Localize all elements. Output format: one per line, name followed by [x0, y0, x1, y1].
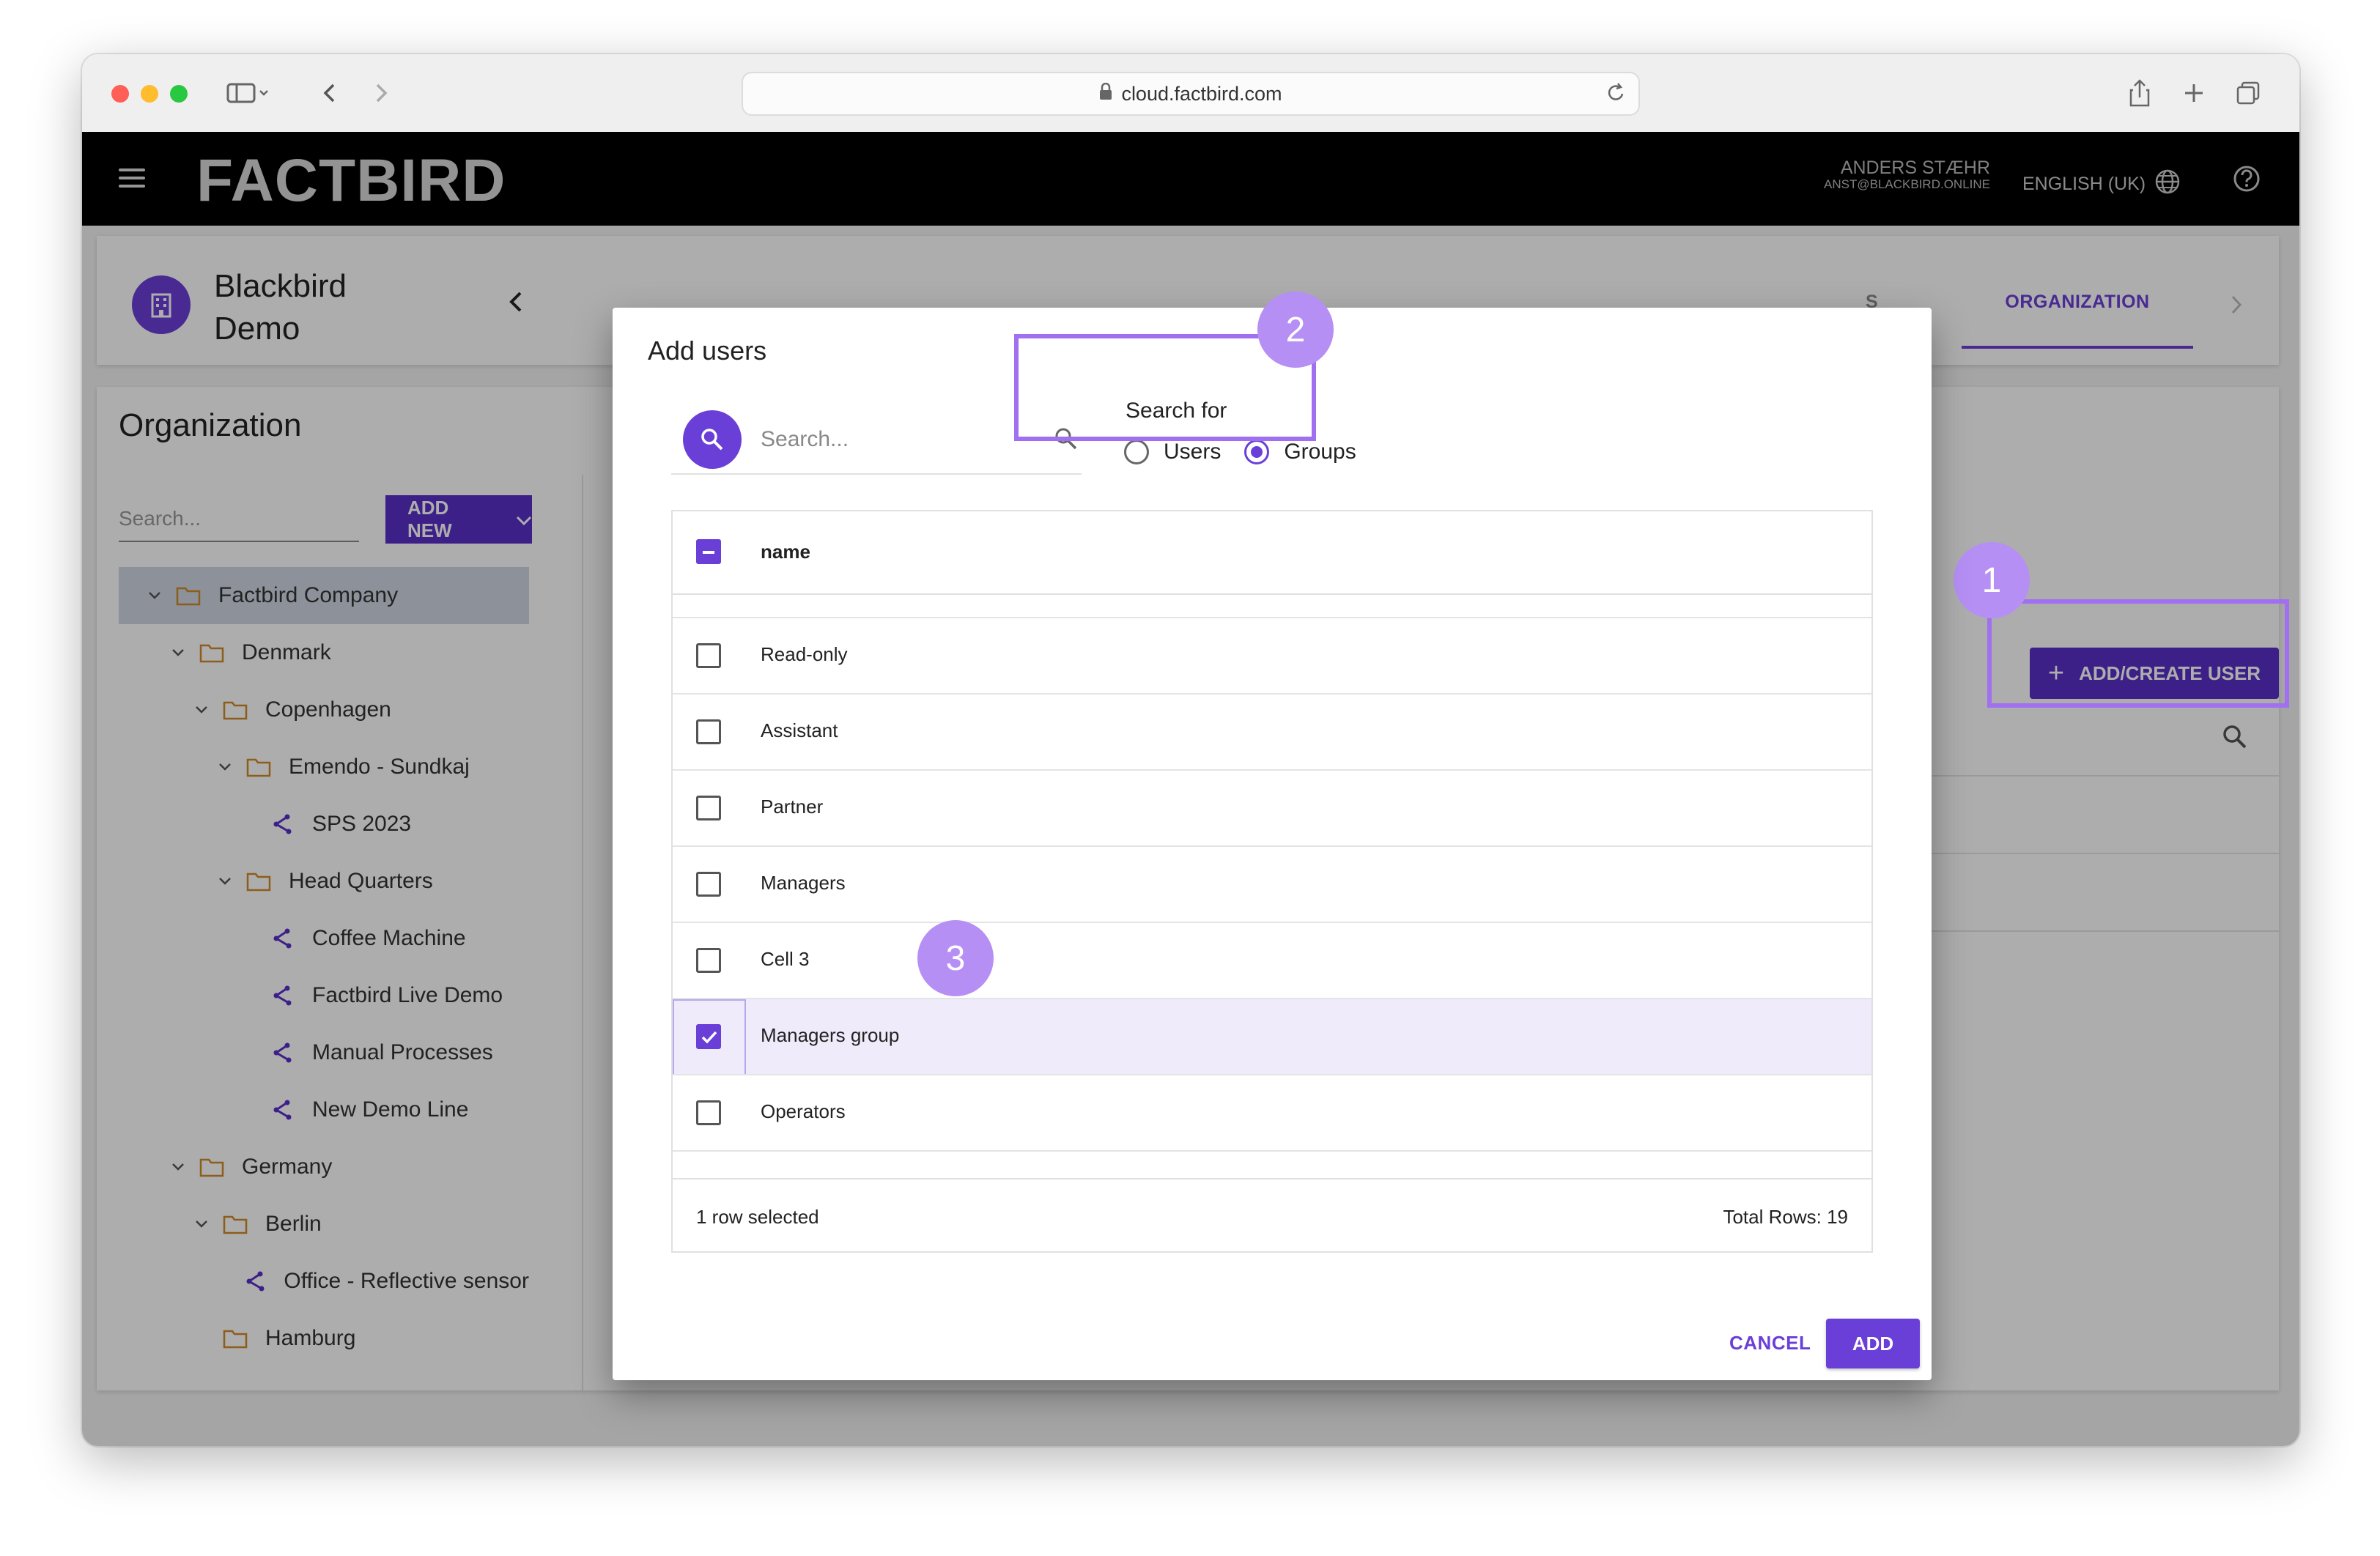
row-name: Assistant [761, 719, 838, 741]
back-icon[interactable] [315, 76, 344, 110]
table-row[interactable]: Managers group [673, 998, 1871, 1075]
add-users-dialog: Add users Search for Users Groups name R… [613, 308, 1932, 1380]
lock-icon [1099, 82, 1112, 105]
table-row[interactable]: Read-only [673, 617, 1871, 693]
radio-groups-label[interactable]: Groups [1284, 440, 1356, 464]
row-checkbox[interactable] [696, 643, 721, 668]
row-checkbox[interactable] [696, 796, 721, 820]
row-name: Managers group [761, 1024, 900, 1046]
cancel-button[interactable]: CANCEL [1729, 1332, 1811, 1355]
selected-count: 1 row selected [696, 1206, 819, 1228]
zoom-window-button[interactable] [170, 85, 188, 103]
row-name: Operators [761, 1100, 846, 1122]
tab-overview-icon[interactable] [2233, 76, 2263, 110]
annotation-badge-2: 2 [1257, 292, 1334, 368]
select-all-checkbox[interactable] [696, 539, 721, 564]
dialog-title: Add users [648, 336, 767, 366]
radio-groups[interactable] [1244, 440, 1270, 464]
row-checkbox[interactable] [696, 872, 721, 897]
groups-table: name Read-only Assistant Partner Managers Ce… [671, 510, 1873, 1253]
new-tab-icon[interactable] [2179, 76, 2209, 110]
sidebar-toggle-icon[interactable] [223, 76, 274, 110]
table-row[interactable]: Managers [673, 845, 1871, 922]
table-row[interactable]: Cell 3 [673, 922, 1871, 998]
add-button[interactable]: ADD [1826, 1319, 1920, 1368]
total-rows: Total Rows: 19 [1723, 1206, 1848, 1228]
browser-window: cloud.factbird.com FACTBIRD ANDERS STÆHR… [82, 54, 2299, 1446]
table-row-divider [673, 1150, 1871, 1152]
radio-users-label[interactable]: Users [1164, 440, 1221, 464]
minimize-window-button[interactable] [141, 85, 158, 103]
close-window-button[interactable] [111, 85, 129, 103]
share-icon[interactable] [2125, 76, 2154, 110]
row-checkbox[interactable] [696, 1100, 721, 1125]
browser-toolbar: cloud.factbird.com [82, 54, 2299, 133]
dialog-search-input[interactable] [759, 426, 1033, 453]
table-row[interactable]: Partner [673, 769, 1871, 845]
search-button[interactable] [683, 410, 742, 469]
annotation-badge-1: 1 [1954, 542, 2030, 618]
address-bar[interactable]: cloud.factbird.com [742, 72, 1640, 116]
row-name: Read-only [761, 643, 848, 665]
row-checkbox[interactable] [696, 719, 721, 744]
table-footer: 1 row selected Total Rows: 19 [673, 1178, 1871, 1253]
row-name: Cell 3 [761, 948, 810, 970]
forward-icon[interactable] [366, 76, 396, 110]
row-checkbox[interactable] [696, 948, 721, 973]
row-name: Partner [761, 796, 824, 818]
table-row[interactable]: Operators [673, 1074, 1871, 1150]
search-for-radio-group: Users Groups [1124, 440, 1356, 464]
table-header: name [673, 511, 1871, 595]
url-text: cloud.factbird.com [1121, 82, 1282, 105]
table-row[interactable]: Assistant [673, 693, 1871, 769]
radio-users[interactable] [1124, 440, 1149, 464]
annotation-box-1 [1987, 599, 2289, 708]
column-header-name[interactable]: name [761, 541, 810, 563]
row-checkbox[interactable] [696, 1024, 721, 1049]
reload-icon[interactable] [1605, 81, 1627, 109]
row-name: Managers [761, 872, 846, 894]
annotation-badge-3: 3 [917, 920, 994, 996]
